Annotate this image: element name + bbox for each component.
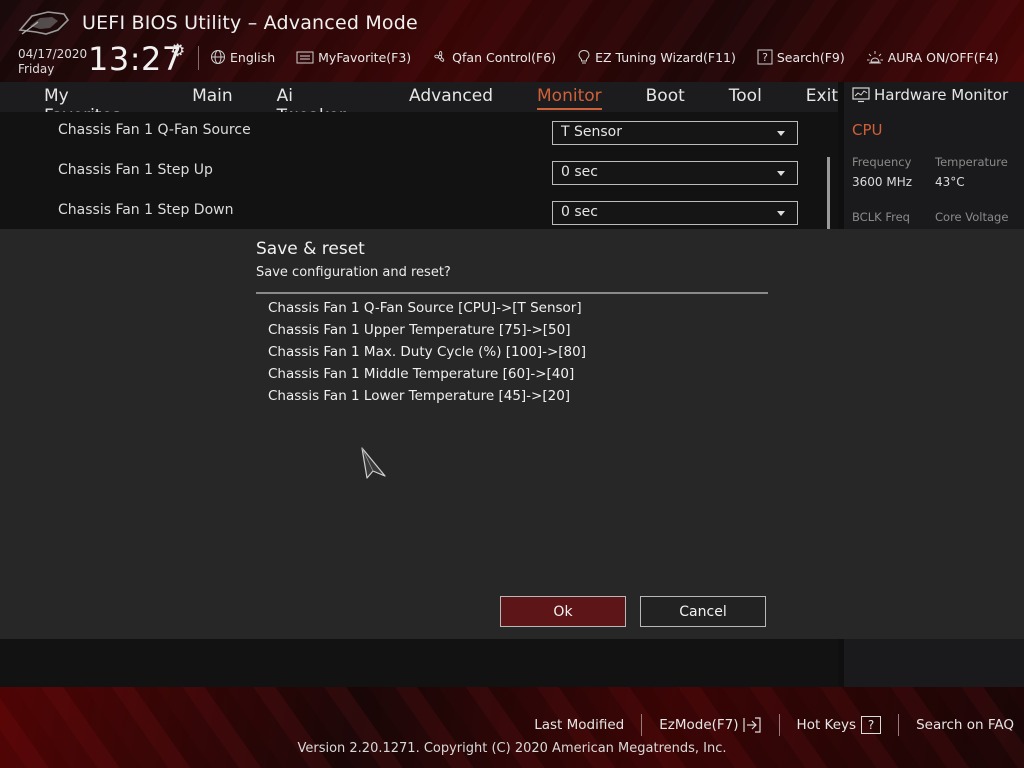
- list-item: Chassis Fan 1 Max. Duty Cycle (%) [100]-…: [268, 344, 586, 360]
- frequency-value: 3600 MHz: [852, 175, 913, 189]
- clock-settings-gear-icon[interactable]: ⚙: [170, 41, 185, 61]
- search-faq-label: Search on FAQ: [916, 717, 1014, 733]
- frequency-label: Frequency: [852, 155, 912, 169]
- dropdown-arrow-icon: [777, 131, 785, 136]
- step-down-select[interactable]: 0 sec: [552, 201, 798, 225]
- language-button[interactable]: English: [210, 49, 275, 65]
- tab-advanced[interactable]: Advanced: [409, 82, 493, 106]
- ez-mode-switch-icon: [742, 717, 761, 733]
- dialog-subtitle: Save configuration and reset?: [256, 265, 451, 280]
- list-item: Chassis Fan 1 Lower Temperature [45]->[2…: [268, 388, 571, 404]
- temperature-label: Temperature: [935, 155, 1008, 169]
- list-item: Chassis Fan 1 Q-Fan Source [CPU]->[T Sen…: [268, 300, 582, 316]
- select-value: T Sensor: [561, 124, 622, 140]
- dialog-title: Save & reset: [256, 239, 365, 259]
- list-item: Chassis Fan 1 Upper Temperature [75]->[5…: [268, 322, 571, 338]
- date-text: 04/17/2020: [18, 47, 88, 61]
- ez-tuning-wizard-label: EZ Tuning Wizard(F11): [595, 49, 736, 65]
- tab-exit[interactable]: Exit: [806, 82, 838, 106]
- ez-tuning-wizard-button[interactable]: EZ Tuning Wizard(F11): [577, 49, 736, 65]
- toolbar: English MyFavorite(F3) Qfan Control(F6) …: [210, 46, 1020, 68]
- my-favorite-label: MyFavorite(F3): [318, 49, 412, 65]
- change-list: Chassis Fan 1 Q-Fan Source [CPU]->[T Sen…: [268, 300, 586, 410]
- footer-links: Last Modified EzMode(F7) Hot Keys ? Sear…: [534, 714, 1014, 736]
- rog-logo-icon: [18, 11, 70, 35]
- lightbulb-icon: [578, 49, 590, 64]
- dropdown-arrow-icon: [777, 211, 785, 216]
- globe-icon: [211, 50, 225, 64]
- search-button[interactable]: ? Search(F9): [757, 49, 845, 65]
- aura-light-icon: [866, 51, 883, 64]
- ez-mode-label: EzMode(F7): [659, 717, 739, 733]
- hot-keys-label: Hot Keys: [796, 717, 857, 733]
- copyright-text: Version 2.20.1271. Copyright (C) 2020 Am…: [297, 741, 727, 756]
- dropdown-arrow-icon: [777, 171, 785, 176]
- footer-divider: [641, 714, 643, 736]
- core-voltage-label: Core Voltage: [935, 210, 1009, 224]
- language-label: English: [230, 49, 276, 65]
- footer-divider: [898, 714, 900, 736]
- fan-icon: [434, 50, 445, 62]
- app-title: UEFI BIOS Utility – Advanced Mode: [82, 12, 418, 34]
- ok-button[interactable]: Ok: [500, 596, 626, 627]
- monitor-icon: [852, 87, 870, 103]
- last-modified-label: Last Modified: [534, 717, 625, 733]
- setting-label: Chassis Fan 1 Q-Fan Source: [58, 122, 251, 138]
- bclk-freq-label: BCLK Freq: [852, 210, 910, 224]
- settings-scrollbar[interactable]: [827, 157, 830, 229]
- last-modified-button[interactable]: Last Modified: [534, 717, 624, 733]
- favorite-folder-icon: [296, 51, 314, 64]
- search-help-icon: ?: [757, 49, 773, 65]
- tab-monitor[interactable]: Monitor: [537, 82, 602, 110]
- step-up-select[interactable]: 0 sec: [552, 161, 798, 185]
- mouse-pointer-icon: [361, 447, 386, 479]
- list-item: Chassis Fan 1 Middle Temperature [60]->[…: [268, 366, 575, 382]
- header-divider: [198, 46, 199, 70]
- cancel-button[interactable]: Cancel: [640, 596, 766, 627]
- setting-row-step-up: Chassis Fan 1 Step Up 0 sec: [58, 153, 798, 185]
- setting-label: Chassis Fan 1 Step Up: [58, 162, 213, 178]
- hardware-monitor-header: Hardware Monitor: [852, 86, 1008, 104]
- search-label: Search(F9): [776, 49, 845, 65]
- setting-row-qfan-source: Chassis Fan 1 Q-Fan Source T Sensor: [58, 113, 798, 145]
- tab-boot[interactable]: Boot: [646, 82, 685, 106]
- setting-label: Chassis Fan 1 Step Down: [58, 202, 234, 218]
- tab-tool[interactable]: Tool: [729, 82, 762, 106]
- aura-toggle-label: AURA ON/OFF(F4): [887, 49, 999, 65]
- qfan-source-select[interactable]: T Sensor: [552, 121, 798, 145]
- ez-mode-button[interactable]: EzMode(F7): [659, 717, 761, 733]
- setting-row-step-down: Chassis Fan 1 Step Down 0 sec: [58, 193, 798, 225]
- qfan-control-button[interactable]: Qfan Control(F6): [432, 49, 556, 65]
- svg-text:?: ?: [762, 51, 768, 64]
- clock-time: 13:27: [88, 40, 183, 78]
- search-faq-button[interactable]: Search on FAQ: [916, 717, 1014, 733]
- hot-keys-button[interactable]: Hot Keys ?: [797, 716, 882, 734]
- hardware-monitor-title: Hardware Monitor: [874, 86, 1009, 104]
- cpu-section-title: CPU: [852, 121, 883, 139]
- footer-bar: Last Modified EzMode(F7) Hot Keys ? Sear…: [0, 687, 1024, 768]
- header-bar: UEFI BIOS Utility – Advanced Mode 04/17/…: [0, 0, 1024, 82]
- dialog-divider: [256, 292, 768, 294]
- tab-main[interactable]: Main: [192, 82, 233, 106]
- save-reset-dialog: Save & reset Save configuration and rese…: [0, 229, 1024, 639]
- help-box-icon: ?: [861, 716, 882, 734]
- day-text: Friday: [18, 62, 55, 76]
- footer-divider: [778, 714, 780, 736]
- date-display: 04/17/2020 Friday: [18, 47, 87, 77]
- temperature-value: 43°C: [935, 175, 965, 189]
- my-favorite-button[interactable]: MyFavorite(F3): [296, 50, 411, 65]
- aura-toggle-button[interactable]: AURA ON/OFF(F4): [866, 49, 999, 65]
- select-value: 0 sec: [561, 204, 598, 220]
- select-value: 0 sec: [561, 164, 598, 180]
- main-nav: My Favorites Main Ai Tweaker Advanced Mo…: [0, 82, 838, 126]
- qfan-control-label: Qfan Control(F6): [452, 49, 557, 65]
